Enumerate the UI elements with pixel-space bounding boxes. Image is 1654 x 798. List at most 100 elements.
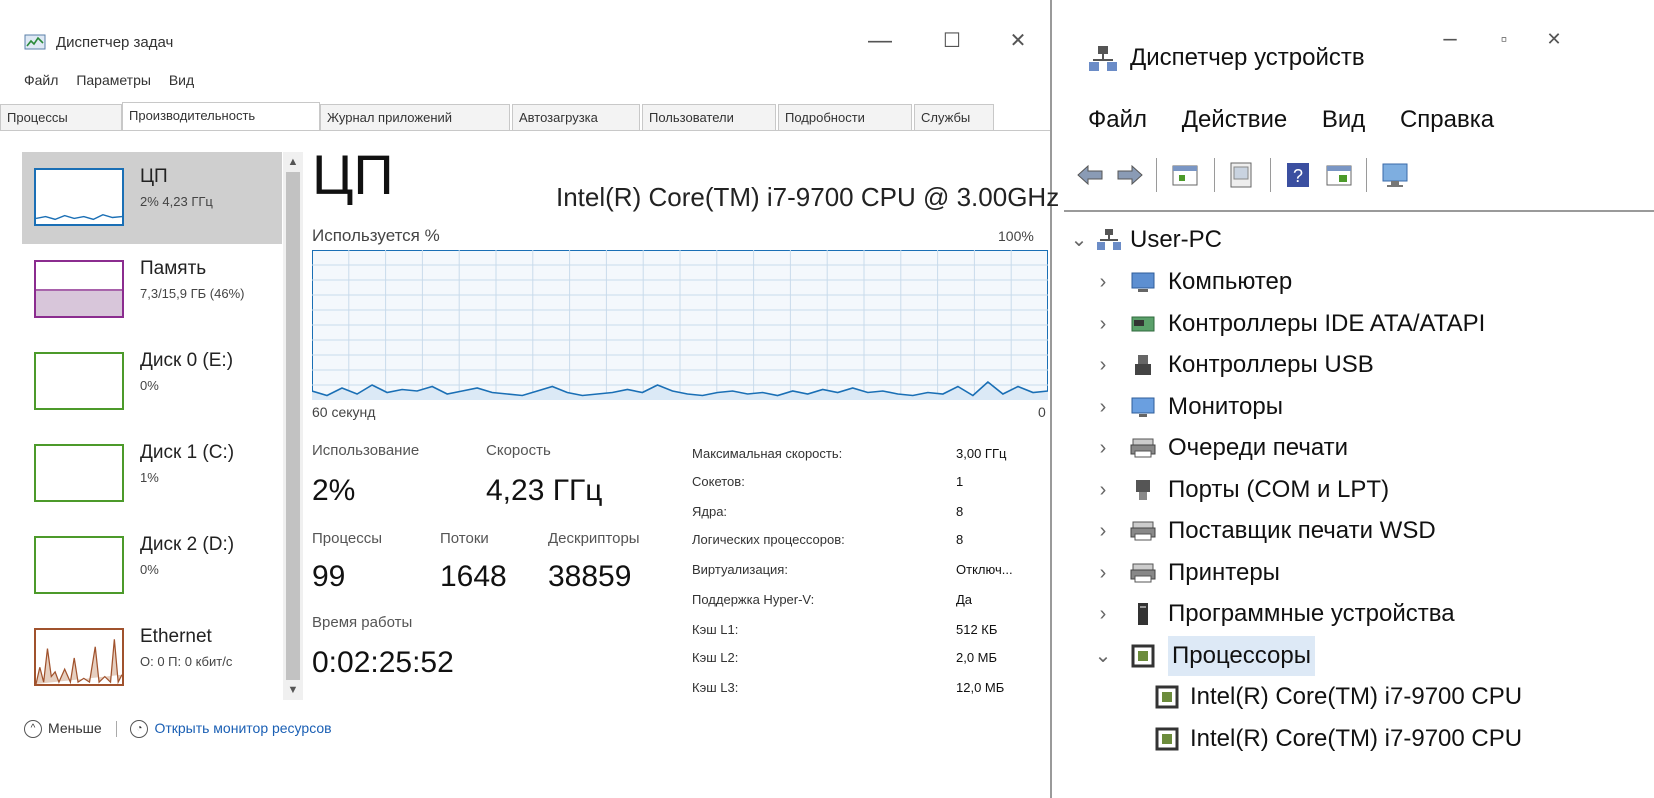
scroll-up-arrow-icon[interactable]: ▲ bbox=[285, 154, 301, 170]
chevron-right-icon[interactable]: › bbox=[1094, 553, 1112, 593]
chevron-right-icon[interactable]: › bbox=[1094, 511, 1112, 551]
forward-arrow-icon[interactable] bbox=[1114, 160, 1144, 190]
sidebar-item-value: 0% bbox=[140, 378, 159, 393]
menu-file[interactable]: Файл bbox=[1088, 106, 1147, 133]
tab-services[interactable]: Службы bbox=[914, 104, 994, 130]
sidebar-item-value: 2% 4,23 ГГц bbox=[140, 194, 213, 209]
sidebar-item-value: 7,3/15,9 ГБ (46%) bbox=[140, 286, 245, 301]
sidebar-item-cpu[interactable]: ЦП 2% 4,23 ГГц bbox=[22, 152, 282, 244]
toolbar-separator bbox=[1270, 158, 1271, 192]
handles-value: 38859 bbox=[548, 560, 632, 593]
chevron-down-icon[interactable]: ⌄ bbox=[1070, 220, 1088, 260]
menu-options[interactable]: Параметры bbox=[76, 72, 151, 88]
tree-root-label: User-PC bbox=[1130, 226, 1223, 253]
window-title: Диспетчер устройств bbox=[1130, 44, 1365, 71]
tree-category-row[interactable]: › Очереди печати bbox=[1064, 428, 1654, 468]
open-resource-monitor-link[interactable]: Открыть монитор ресурсов bbox=[154, 720, 331, 736]
sidebar-item-label: Диск 1 (C:) bbox=[140, 442, 235, 463]
computer-icon bbox=[1131, 272, 1155, 292]
uptime-value: 0:02:25:52 bbox=[312, 646, 454, 679]
cpu-model-name: Intel(R) Core(TM) i7-9700 CPU @ 3.00GHz bbox=[556, 182, 1060, 212]
sidebar-item-memory[interactable]: Память 7,3/15,9 ГБ (46%) bbox=[22, 244, 282, 336]
properties-icon[interactable] bbox=[1170, 160, 1200, 190]
speed-value: 4,23 ГГц bbox=[486, 474, 603, 507]
tab-details[interactable]: Подробности bbox=[778, 104, 912, 130]
tree-category-row[interactable]: ⌄ Процессоры bbox=[1064, 636, 1654, 676]
chevron-right-icon[interactable]: › bbox=[1094, 594, 1112, 634]
help-icon[interactable]: ? bbox=[1284, 160, 1314, 190]
minimize-button[interactable]: – bbox=[1430, 24, 1470, 54]
tree-category-label: Принтеры bbox=[1168, 559, 1280, 586]
resource-monitor-icon: ◔ bbox=[130, 720, 149, 739]
chevron-right-icon[interactable]: › bbox=[1094, 470, 1112, 510]
sidebar-item-disk-2[interactable]: Диск 2 (D:) 0% bbox=[22, 520, 282, 612]
spec-label: Сокетов: bbox=[692, 474, 745, 489]
tab-users[interactable]: Пользователи bbox=[642, 104, 776, 130]
fewer-details-link[interactable]: Меньше bbox=[48, 720, 102, 736]
spec-value: 1 bbox=[956, 474, 964, 489]
menu-file[interactable]: Файл bbox=[24, 72, 58, 88]
tree-category-row[interactable]: › Порты (COM и LPT) bbox=[1064, 470, 1654, 510]
sidebar-scroll-thumb[interactable] bbox=[286, 172, 300, 680]
chevron-right-icon[interactable]: › bbox=[1094, 387, 1112, 427]
chevron-right-icon[interactable]: › bbox=[1094, 428, 1112, 468]
printer-icon bbox=[1130, 563, 1156, 583]
tree-category-row[interactable]: › Контроллеры IDE ATA/ATAPI bbox=[1064, 304, 1654, 344]
tree-category-row[interactable]: › Контроллеры USB bbox=[1064, 345, 1654, 385]
back-arrow-icon[interactable] bbox=[1076, 160, 1106, 190]
scan-hardware-icon[interactable] bbox=[1324, 160, 1354, 190]
menu-help[interactable]: Справка bbox=[1400, 106, 1494, 133]
sidebar-item-disk-0[interactable]: Диск 0 (E:) 0% bbox=[22, 336, 282, 428]
graph-grid bbox=[312, 250, 1048, 400]
uptime-label: Время работы bbox=[312, 614, 413, 631]
tree-category-row[interactable]: › Компьютер bbox=[1064, 262, 1654, 302]
spec-value: 512 КБ bbox=[956, 622, 998, 637]
monitor-icon[interactable] bbox=[1380, 160, 1410, 190]
menu-bar: Файл Действие Вид Справка bbox=[1088, 106, 1522, 134]
chevron-right-icon[interactable]: › bbox=[1094, 345, 1112, 385]
scroll-down-arrow-icon[interactable]: ▼ bbox=[285, 682, 301, 698]
graph-zero-label: 0 bbox=[1038, 404, 1046, 420]
tree-category-row[interactable]: › Мониторы bbox=[1064, 387, 1654, 427]
sidebar-item-value: 1% bbox=[140, 470, 159, 485]
speed-label: Скорость bbox=[486, 442, 551, 459]
computer-root-icon bbox=[1097, 229, 1121, 250]
chevron-up-icon[interactable]: ^ bbox=[24, 720, 42, 739]
toolbar-separator bbox=[1156, 158, 1157, 192]
tree-category-row[interactable]: › Программные устройства bbox=[1064, 594, 1654, 634]
chevron-right-icon[interactable]: › bbox=[1094, 304, 1112, 344]
tab-performance[interactable]: Производительность bbox=[122, 102, 320, 130]
menu-view[interactable]: Вид bbox=[169, 72, 194, 88]
tree-category-row[interactable]: › Принтеры bbox=[1064, 553, 1654, 593]
spec-value: 8 bbox=[956, 532, 964, 547]
tree-category-label: Контроллеры USB bbox=[1168, 351, 1374, 378]
close-button[interactable]: ✕ bbox=[998, 26, 1038, 56]
spec-label: Виртуализация: bbox=[692, 562, 788, 577]
tab-startup[interactable]: Автозагрузка bbox=[512, 104, 640, 130]
spec-value: 8 bbox=[956, 504, 964, 519]
tab-app-history[interactable]: Журнал приложений bbox=[320, 104, 510, 130]
processes-label: Процессы bbox=[312, 530, 383, 547]
spec-value: 2,0 МБ bbox=[956, 650, 998, 665]
sidebar-item-disk-1[interactable]: Диск 1 (C:) 1% bbox=[22, 428, 282, 520]
sidebar-item-label: ЦП bbox=[140, 166, 168, 187]
update-driver-icon[interactable] bbox=[1226, 160, 1256, 190]
maximize-button[interactable]: ▫ bbox=[1484, 24, 1524, 54]
tree-category-row[interactable]: › Поставщик печати WSD bbox=[1064, 511, 1654, 551]
spec-value: Отключ... bbox=[956, 562, 1013, 577]
menu-view[interactable]: Вид bbox=[1322, 106, 1365, 133]
disk0-thumbnail-graph bbox=[34, 352, 124, 410]
sidebar-item-ethernet[interactable]: Ethernet О: 0 П: 0 кбит/с bbox=[22, 612, 282, 704]
usage-label: Использование bbox=[312, 442, 420, 459]
spec-label: Кэш L2: bbox=[692, 650, 739, 665]
chevron-down-icon[interactable]: ⌄ bbox=[1094, 636, 1112, 676]
tree-category-label: Компьютер bbox=[1168, 268, 1293, 295]
close-button[interactable]: ✕ bbox=[1534, 24, 1574, 54]
tab-processes[interactable]: Процессы bbox=[0, 104, 122, 130]
maximize-button[interactable]: ☐ bbox=[932, 26, 972, 56]
minimize-button[interactable]: — bbox=[860, 26, 900, 56]
chevron-right-icon[interactable]: › bbox=[1094, 262, 1112, 302]
menu-action[interactable]: Действие bbox=[1182, 106, 1288, 133]
device-manager-window: Диспетчер устройств – ▫ ✕ Файл Действие … bbox=[1064, 0, 1654, 798]
sidebar-item-label: Память bbox=[140, 258, 207, 279]
